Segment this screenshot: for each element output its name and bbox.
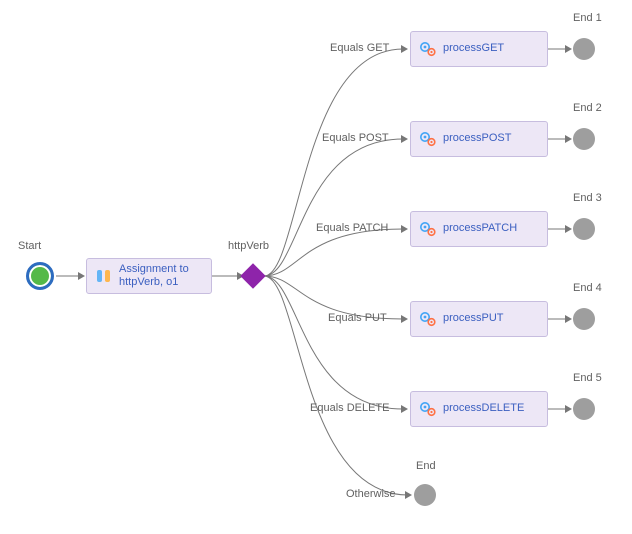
process-delete-text: processDELETE — [443, 402, 524, 415]
arrowhead — [565, 225, 572, 233]
arrowhead — [401, 405, 408, 413]
end-otherwise-node[interactable] — [414, 484, 436, 506]
process-get-node[interactable]: processGET — [410, 31, 548, 67]
arrowhead — [565, 135, 572, 143]
process-get-text: processGET — [443, 42, 504, 55]
end-2-label: End 2 — [573, 102, 602, 114]
subflow-icon — [419, 400, 437, 418]
arrowhead — [565, 315, 572, 323]
arrowhead — [401, 135, 408, 143]
end-5-label: End 5 — [573, 372, 602, 384]
process-post-text: processPOST — [443, 132, 511, 145]
arrowhead — [401, 45, 408, 53]
arrowhead — [401, 225, 408, 233]
subflow-icon — [419, 310, 437, 328]
end-3-label: End 3 — [573, 192, 602, 204]
end-5-node[interactable] — [573, 398, 595, 420]
assignment-text: Assignment to httpVerb, o1 — [119, 263, 203, 289]
process-put-node[interactable]: processPUT — [410, 301, 548, 337]
end-4-label: End 4 — [573, 282, 602, 294]
flow-canvas: Start Assignment to httpVerb, o1 httpVer… — [0, 0, 632, 534]
arrowhead — [78, 272, 85, 280]
condition-patch: Equals PATCH — [316, 222, 388, 234]
process-post-node[interactable]: processPOST — [410, 121, 548, 157]
end-otherwise-label: End — [416, 460, 436, 472]
condition-post: Equals POST — [322, 132, 389, 144]
start-node[interactable] — [26, 262, 54, 290]
decision-label: httpVerb — [228, 240, 269, 252]
process-put-text: processPUT — [443, 312, 504, 325]
arrowhead — [401, 315, 408, 323]
arrowhead — [565, 45, 572, 53]
condition-put: Equals PUT — [328, 312, 387, 324]
process-patch-node[interactable]: processPATCH — [410, 211, 548, 247]
end-3-node[interactable] — [573, 218, 595, 240]
arrowhead — [565, 405, 572, 413]
start-label: Start — [18, 240, 41, 252]
arrowhead — [405, 491, 412, 499]
process-delete-node[interactable]: processDELETE — [410, 391, 548, 427]
end-2-node[interactable] — [573, 128, 595, 150]
assignment-node[interactable]: Assignment to httpVerb, o1 — [86, 258, 212, 294]
subflow-icon — [419, 130, 437, 148]
subflow-icon — [419, 40, 437, 58]
end-1-label: End 1 — [573, 12, 602, 24]
subflow-icon — [419, 220, 437, 238]
condition-otherwise: Otherwise — [346, 488, 396, 500]
end-4-node[interactable] — [573, 308, 595, 330]
process-patch-text: processPATCH — [443, 222, 517, 235]
decision-node[interactable] — [240, 263, 265, 288]
end-1-node[interactable] — [573, 38, 595, 60]
condition-get: Equals GET — [330, 42, 389, 54]
condition-delete: Equals DELETE — [310, 402, 389, 414]
assignment-icon — [95, 267, 113, 285]
